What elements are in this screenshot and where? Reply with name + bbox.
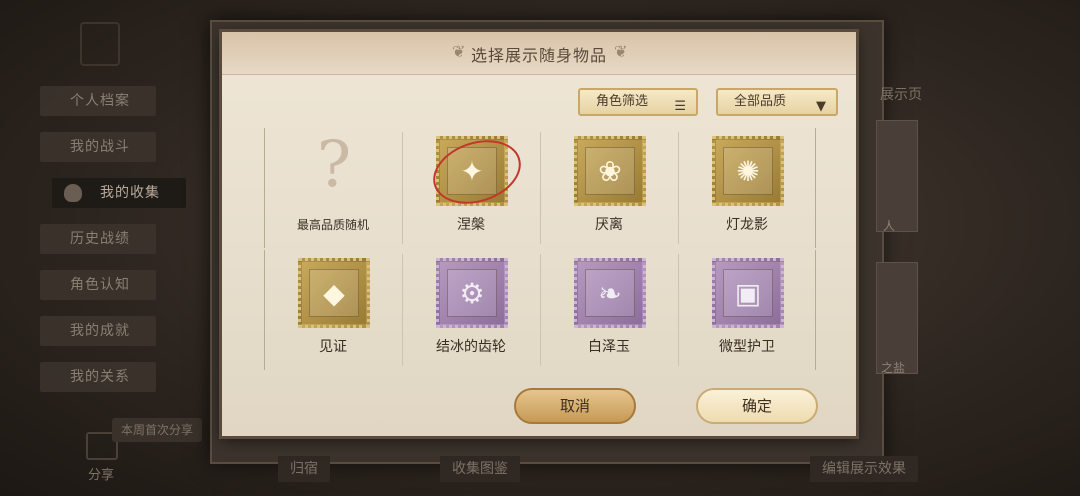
item-random[interactable]: ? 最高品质随机 bbox=[264, 128, 402, 248]
weekly-share-badge: 本周首次分享 bbox=[112, 418, 202, 442]
item-baize-jade[interactable]: ❧ 白泽玉 bbox=[540, 250, 678, 370]
quality-filter-dropdown[interactable]: 全部品质 ▼ bbox=[716, 88, 838, 116]
nav-achievements[interactable]: 我的成就 bbox=[40, 316, 156, 346]
question-mark-icon: ? bbox=[316, 128, 352, 202]
right-card-2: 之盐 bbox=[876, 262, 918, 375]
guard-box-stamp-icon: ▣ bbox=[712, 258, 784, 328]
shield-icon bbox=[64, 184, 82, 202]
item-row-2: ◆ 见证 ⚙ 结冰的齿轮 ❧ 白泽玉 ▣ 微型护卫 bbox=[264, 250, 816, 370]
quality-filter-label: 全部品质 bbox=[734, 94, 787, 109]
item-mini-guard[interactable]: ▣ 微型护卫 bbox=[678, 250, 816, 370]
nav-my-battles[interactable]: 我的战斗 bbox=[40, 132, 156, 162]
item-lantern-dragon[interactable]: ✺ 灯龙影 bbox=[678, 128, 816, 248]
phoenix-stamp-icon: ✦ bbox=[424, 129, 530, 215]
item-label: 白泽玉 bbox=[588, 339, 630, 355]
item-nirvana[interactable]: ✦ 涅槃 bbox=[402, 128, 540, 248]
item-yanli[interactable]: ❀ 厌离 bbox=[540, 128, 678, 248]
blossom-stamp-icon: ❀ bbox=[574, 136, 646, 206]
left-nav: 个人档案 我的战斗 我的收集 历史战绩 角色认知 我的成就 我的关系 bbox=[40, 86, 200, 408]
dialog-header: ❦ 选择展示随身物品 ❦ bbox=[222, 32, 856, 75]
item-frozen-gear[interactable]: ⚙ 结冰的齿轮 bbox=[402, 250, 540, 370]
frozen-gear-stamp-icon: ⚙ bbox=[436, 258, 508, 328]
role-filter-label: 角色筛选 bbox=[596, 94, 649, 109]
item-witness[interactable]: ◆ 见证 bbox=[264, 250, 402, 370]
item-label: 最高品质随机 bbox=[296, 218, 369, 232]
wheat-right-icon: ❦ bbox=[614, 42, 628, 61]
right-card-2-text: 之盐 bbox=[881, 361, 906, 375]
jade-stamp-icon: ❧ bbox=[574, 258, 646, 328]
nav-my-collection-label: 我的收集 bbox=[100, 185, 160, 201]
confirm-button[interactable]: 确定 bbox=[696, 388, 818, 424]
share-label[interactable]: 分享 bbox=[88, 464, 114, 483]
item-label: 灯龙影 bbox=[726, 217, 768, 233]
nav-history[interactable]: 历史战绩 bbox=[40, 224, 156, 254]
nav-character-cognition[interactable]: 角色认知 bbox=[40, 270, 156, 300]
tab-destination[interactable]: 归宿 bbox=[278, 456, 330, 482]
tab-collection-atlas[interactable]: 收集图鉴 bbox=[440, 456, 520, 482]
item-row-1: ? 最高品质随机 ✦ 涅槃 ❀ 厌离 ✺ 灯龙影 bbox=[264, 128, 816, 248]
role-filter-button[interactable]: 角色筛选 ☰ bbox=[578, 88, 698, 116]
list-icon: ☰ bbox=[674, 99, 686, 114]
right-card-1: 人 bbox=[876, 120, 918, 233]
item-label: 厌离 bbox=[595, 217, 623, 233]
right-display-title: 展示页 bbox=[880, 87, 922, 103]
item-label: 微型护卫 bbox=[719, 339, 775, 355]
nav-personal-profile[interactable]: 个人档案 bbox=[40, 86, 156, 116]
chevron-down-icon: ▼ bbox=[816, 99, 826, 114]
nav-relations[interactable]: 我的关系 bbox=[40, 362, 156, 392]
right-card-1-text: 人 bbox=[883, 219, 896, 233]
lantern-stamp-icon: ✺ bbox=[712, 136, 784, 206]
nav-my-collection[interactable]: 我的收集 bbox=[52, 178, 186, 208]
item-label: 结冰的齿轮 bbox=[436, 339, 506, 355]
dialog-title: 选择展示随身物品 bbox=[470, 46, 607, 65]
crystal-stamp-icon: ◆ bbox=[298, 258, 370, 328]
select-item-dialog: ❦ 选择展示随身物品 ❦ 角色筛选 ☰ 全部品质 ▼ ? 最高品质随机 ✦ 涅槃… bbox=[222, 32, 856, 436]
cancel-button[interactable]: 取消 bbox=[514, 388, 636, 424]
tab-edit-display[interactable]: 编辑展示效果 bbox=[810, 456, 918, 482]
selected-ring bbox=[424, 129, 530, 215]
item-label: 见证 bbox=[319, 339, 347, 355]
back-door-icon[interactable] bbox=[80, 22, 120, 66]
item-label: 涅槃 bbox=[457, 217, 485, 233]
